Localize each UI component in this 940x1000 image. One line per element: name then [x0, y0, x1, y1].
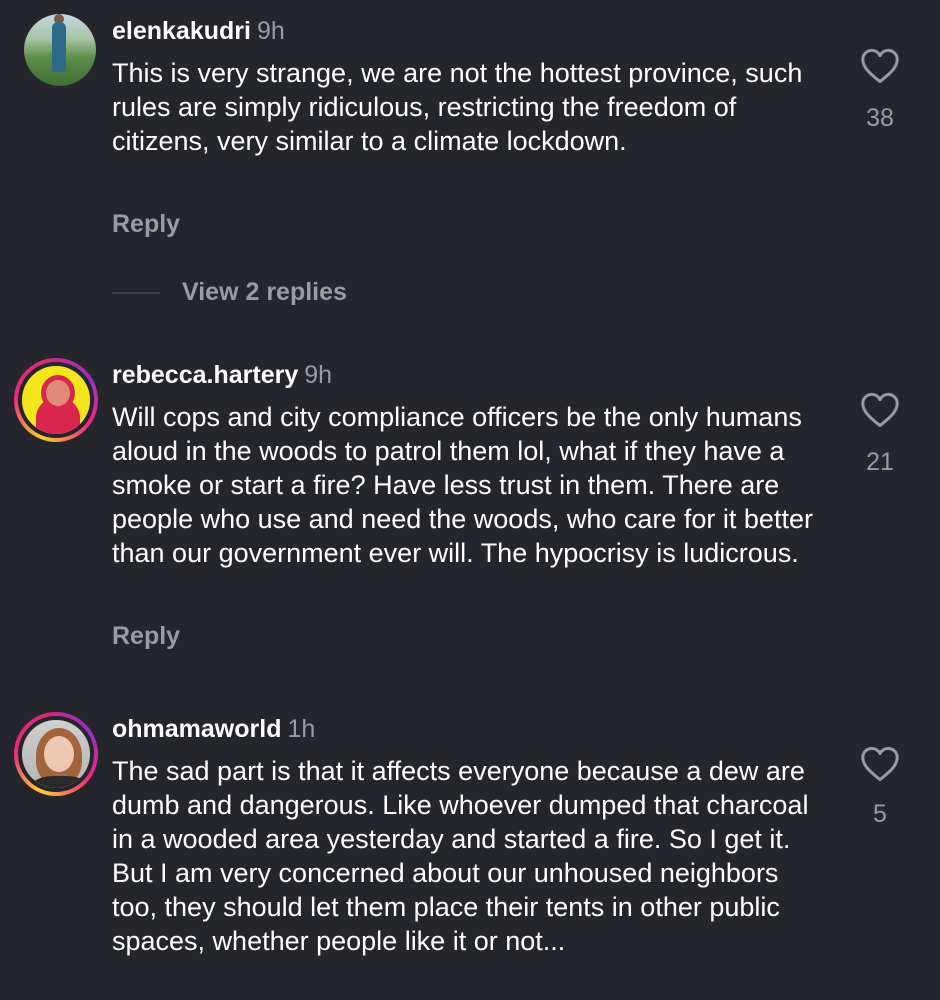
like-count: 38 [866, 104, 894, 132]
comments-panel: elenkakudri 9h This is very strange, we a… [0, 0, 940, 1000]
avatar-image [24, 14, 96, 86]
like-button[interactable] [858, 48, 902, 89]
like-button[interactable] [858, 746, 902, 787]
avatar[interactable] [14, 712, 98, 796]
comment-rebecca-hartery: rebecca.hartery 9h Will cops and city com… [0, 340, 940, 680]
avatar[interactable] [24, 14, 96, 86]
comment-header: rebecca.hartery 9h [112, 360, 332, 390]
comment-header: ohmamaworld 1h [112, 714, 315, 744]
comment-ohmamaworld: ohmamaworld 1h The sad part is that it af… [0, 694, 940, 1000]
username[interactable]: ohmamaworld [112, 715, 281, 743]
avatar[interactable] [14, 358, 98, 442]
heart-outline-icon [861, 746, 899, 782]
reply-button[interactable]: Reply [112, 210, 180, 239]
reply-button[interactable]: Reply [112, 622, 180, 651]
username[interactable]: rebecca.hartery [112, 361, 298, 389]
heart-outline-icon [861, 392, 899, 428]
heart-outline-icon [861, 48, 899, 84]
comment-elenkakudri: elenkakudri 9h This is very strange, we a… [0, 0, 940, 320]
timestamp: 9h [256, 17, 285, 45]
comment-text: This is very strange, we are not the hot… [112, 58, 803, 156]
comment-header: elenkakudri 9h [112, 16, 285, 46]
thread-divider [112, 292, 160, 295]
timestamp: 1h [287, 715, 316, 743]
like-button[interactable] [858, 392, 902, 433]
avatar-image [18, 716, 94, 792]
timestamp: 9h [304, 361, 333, 389]
view-replies-button[interactable]: View 2 replies [112, 278, 347, 307]
like-count: 5 [873, 800, 887, 828]
comment-text: The sad part is that it affects everyone… [112, 756, 809, 956]
username[interactable]: elenkakudri [112, 17, 251, 45]
avatar-image [18, 362, 94, 438]
like-count: 21 [866, 448, 894, 476]
view-replies-label: View 2 replies [182, 278, 347, 306]
comment-text: Will cops and city compliance officers b… [112, 402, 813, 568]
